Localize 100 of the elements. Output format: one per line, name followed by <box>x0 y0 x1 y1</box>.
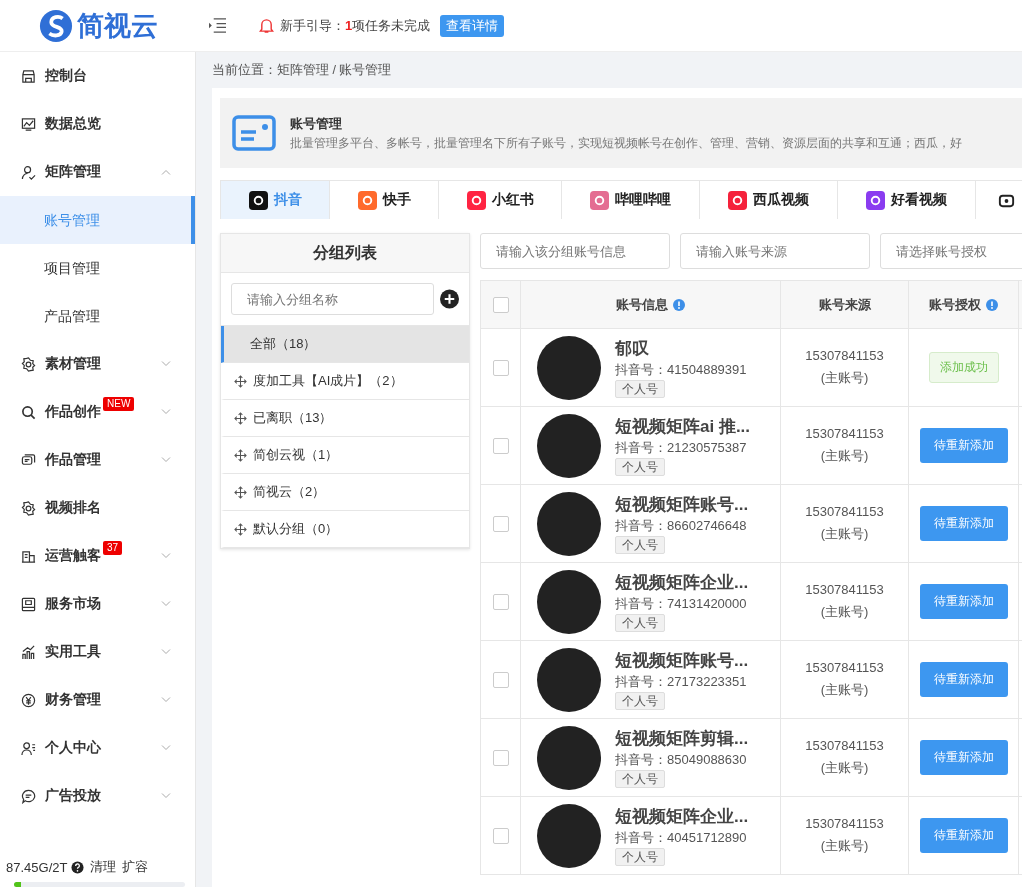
sidebar-item-label: 矩阵管理 <box>45 163 101 181</box>
sidebar-item[interactable]: 广告投放 <box>0 772 195 820</box>
help-icon[interactable] <box>71 860 85 874</box>
account-source-note: (主账号) <box>820 525 869 543</box>
bell-icon <box>259 17 274 34</box>
yen-icon <box>21 692 36 708</box>
sidebar-item[interactable]: 控制台 <box>0 52 195 100</box>
chevron-icon <box>161 553 171 559</box>
platform-tab[interactable]: 好看视频 <box>838 181 976 219</box>
submenu-item[interactable]: 项目管理 <box>0 244 195 292</box>
account-id-label: 抖音号： <box>615 517 667 533</box>
sidebar-item[interactable]: 运营触客 37 <box>0 532 195 580</box>
chevron-icon <box>161 601 171 607</box>
banner-description: 批量管理多平台、多帐号，批量管理名下所有子账号，实现短视频帐号在创作、管理、营销、资源层面的共享和互通；西瓜，好 <box>290 136 962 151</box>
chevron-icon <box>161 745 171 751</box>
group-item[interactable]: 简创云视（1） <box>221 437 469 474</box>
account-source: 15307841153 <box>805 816 884 831</box>
person-list-icon <box>21 740 36 756</box>
account-name: 郁叹 <box>615 337 649 360</box>
filter-field[interactable]: 请输入账号来源 <box>680 233 870 269</box>
platform-tab[interactable]: 西瓜视频 <box>700 181 838 219</box>
sidebar-item[interactable]: 个人中心 <box>0 724 195 772</box>
row-checkbox[interactable] <box>492 593 509 610</box>
column-header: 账号来源 <box>781 281 909 328</box>
row-checkbox[interactable] <box>492 827 509 844</box>
sidebar-item[interactable]: 矩阵管理 <box>0 148 195 196</box>
user-icon <box>21 164 36 180</box>
sidebar-item-label: 素材管理 <box>45 355 101 373</box>
row-checkbox[interactable] <box>492 437 509 454</box>
row-checkbox[interactable] <box>492 749 509 766</box>
sidebar-item[interactable]: 视频排名 <box>0 484 195 532</box>
group-item[interactable]: 默认分组（0） <box>221 511 469 548</box>
banner-title: 账号管理 <box>290 115 343 133</box>
account-source-note: (主账号) <box>820 759 869 777</box>
column-header: 账号信息 <box>521 281 781 328</box>
sidebar-item-label: 运营触客 <box>45 547 101 565</box>
chevron-icon <box>161 361 171 367</box>
filter-field[interactable]: 请输入该分组账号信息 <box>480 233 670 269</box>
sidebar-item-label: 广告投放 <box>45 787 101 805</box>
account-id-label: 抖音号： <box>615 829 667 845</box>
group-item[interactable]: 全部（18） <box>221 326 469 363</box>
platform-tab[interactable]: 哔哩哔哩 <box>562 181 700 219</box>
drag-handle-icon[interactable] <box>234 374 247 388</box>
row-checkbox[interactable] <box>492 359 509 376</box>
sidebar-item-label: 财务管理 <box>45 691 101 709</box>
platform-tab[interactable]: 小红书 <box>439 181 562 219</box>
sidebar-item[interactable]: 数据总览 <box>0 100 195 148</box>
account-id: 27173223351 <box>667 673 747 689</box>
platform-tab[interactable]: 快手 <box>330 181 439 219</box>
chevron-icon <box>161 457 171 463</box>
chat-icon <box>21 452 36 468</box>
group-item[interactable]: 已离职（13） <box>221 400 469 437</box>
row-checkbox[interactable] <box>492 515 509 532</box>
menu-badge: NEW <box>103 397 135 411</box>
account-id-label: 抖音号： <box>615 361 667 377</box>
account-name: 短视频矩阵账号... <box>615 649 749 672</box>
expand-link[interactable]: 扩容 <box>122 858 149 876</box>
filter-field[interactable]: 请选择账号授权 <box>880 233 1022 269</box>
account-id: 21230575387 <box>667 439 747 455</box>
sidebar-item[interactable]: 服务市场 <box>0 580 195 628</box>
building-icon <box>21 548 36 564</box>
account-source-note: (主账号) <box>820 369 869 387</box>
account-type-tag: 个人号 <box>615 769 665 788</box>
breadcrumb-label: 当前位置： <box>212 63 277 77</box>
column-header: 账号授权 <box>909 281 1019 328</box>
breadcrumb-path: 矩阵管理 / 账号管理 <box>277 63 392 77</box>
select-all-checkbox[interactable] <box>492 296 509 313</box>
drag-handle-icon[interactable] <box>234 448 247 462</box>
sidebar-item[interactable]: 作品管理 <box>0 436 195 484</box>
sidebar-item[interactable]: 素材管理 <box>0 340 195 388</box>
drag-handle-icon[interactable] <box>234 411 247 425</box>
group-item[interactable]: 度加工具【AI成片】（2） <box>221 363 469 400</box>
info-icon[interactable] <box>673 298 685 311</box>
store-icon <box>21 68 36 84</box>
sidebar-item[interactable]: 作品创作 NEW <box>0 388 195 436</box>
group-name-field[interactable]: 请输入分组名称 <box>231 283 434 315</box>
group-item[interactable]: 简视云（2） <box>221 474 469 511</box>
drag-handle-icon[interactable] <box>234 485 247 499</box>
chevron-icon <box>161 409 171 415</box>
account-type-tag: 个人号 <box>615 457 665 476</box>
submenu-item[interactable]: 产品管理 <box>0 292 195 340</box>
account-type-tag: 个人号 <box>615 613 665 632</box>
drag-handle-icon[interactable] <box>234 522 247 536</box>
info-icon[interactable] <box>986 298 998 311</box>
sidebar-item[interactable]: 财务管理 <box>0 676 195 724</box>
auth-status-tag: 添加成功 <box>928 352 999 383</box>
account-source: 15307841153 <box>805 426 884 441</box>
storage-usage: 87.45G/2T <box>6 859 68 875</box>
chevron-icon <box>161 169 171 175</box>
account-name: 短视频矩阵剪辑... <box>615 727 749 750</box>
account-id: 40451712890 <box>667 829 747 845</box>
sidebar-item-label: 服务市场 <box>45 595 101 613</box>
row-checkbox[interactable] <box>492 671 509 688</box>
menu-fold-icon[interactable] <box>208 17 227 34</box>
clean-link[interactable]: 清理 <box>90 858 117 876</box>
guide-label: 新手引导： <box>280 16 345 35</box>
gear-icon <box>21 356 36 372</box>
account-id-label: 抖音号： <box>615 439 667 455</box>
sidebar-item[interactable]: 实用工具 <box>0 628 195 676</box>
add-icon[interactable] <box>440 288 459 310</box>
